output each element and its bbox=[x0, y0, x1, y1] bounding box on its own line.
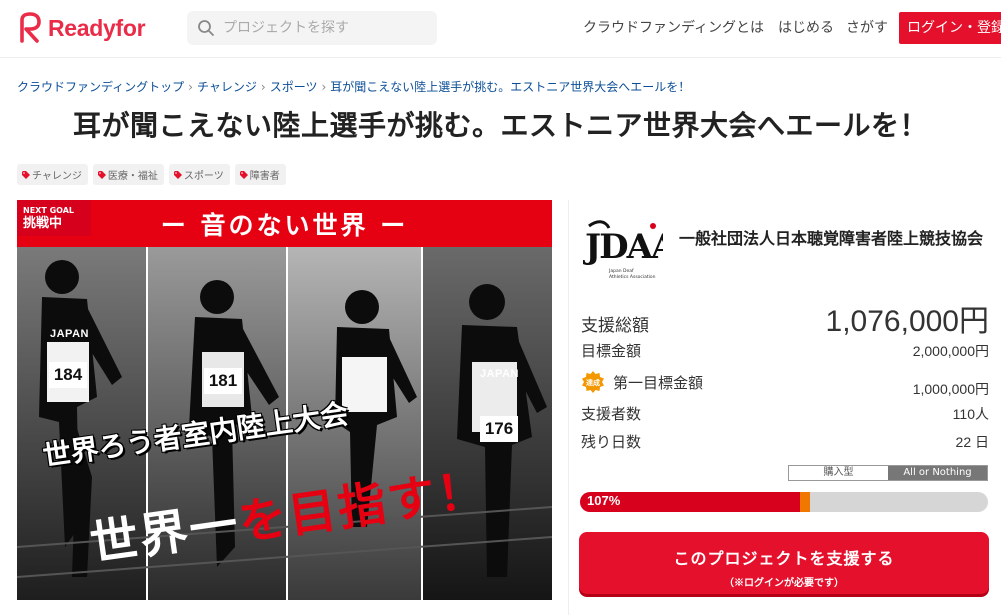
funding-type-all-or-nothing: All or Nothing bbox=[888, 466, 987, 480]
progress-percent: 107% bbox=[587, 493, 621, 508]
race-bib: 176 bbox=[480, 416, 518, 442]
tag-medical-welfare[interactable]: 医療・福祉 bbox=[92, 164, 164, 185]
tag-label: スポーツ bbox=[183, 171, 224, 182]
tag-icon bbox=[173, 170, 182, 179]
funding-type-indicator: 購入型 All or Nothing bbox=[788, 465, 988, 481]
tag-icon bbox=[97, 170, 106, 179]
supporters-label: 支援者数 bbox=[581, 405, 642, 423]
search-input[interactable] bbox=[223, 20, 423, 36]
jersey-text: JAPAN bbox=[480, 368, 519, 380]
total-raised-value: 1,076,000円 bbox=[825, 305, 989, 338]
nav-what-is-crowdfunding[interactable]: クラウドファンディングとは bbox=[583, 17, 764, 37]
tag-icon bbox=[239, 170, 248, 179]
logo-text: Readyfor bbox=[48, 14, 146, 41]
next-goal-badge: NEXT GOAL 挑戦中 bbox=[17, 200, 91, 236]
total-raised-label: 支援総額 bbox=[581, 316, 649, 336]
hero-band-text: ー 音のない世界 ー bbox=[160, 211, 409, 240]
achieved-badge-text: 達成 bbox=[586, 378, 600, 387]
breadcrumb-separator: › bbox=[260, 80, 266, 94]
support-button-note: （※ログインが必要です） bbox=[724, 578, 844, 589]
next-goal-status: 挑戦中 bbox=[23, 216, 63, 231]
svg-text:JDAA: JDAA bbox=[583, 227, 663, 267]
progress-over-first-goal bbox=[800, 492, 810, 512]
svg-text:Athletics Association: Athletics Association bbox=[609, 274, 656, 280]
breadcrumb-current[interactable]: 耳が聞こえない陸上選手が挑む。エストニア世界大会へエールを！ bbox=[330, 80, 690, 94]
tag-label: チャレンジ bbox=[32, 171, 82, 182]
search-box[interactable] bbox=[187, 11, 437, 45]
login-register-button[interactable]: ログイン・登録 bbox=[899, 12, 1001, 44]
site-header: Readyfor クラウドファンディングとは はじめる さがす ログイン・登録 bbox=[0, 0, 1001, 58]
readyfor-r-icon bbox=[20, 12, 41, 43]
days-left-row: 残り日数 22 日 bbox=[581, 431, 989, 452]
funding-type-purchase: 購入型 bbox=[789, 466, 888, 480]
breadcrumb: クラウドファンディングトップ › チャレンジ › スポーツ › 耳が聞こえない陸上選手が挑む… bbox=[17, 78, 690, 95]
jersey-text: JAPAN bbox=[50, 328, 89, 340]
breadcrumb-top[interactable]: クラウドファンディングトップ bbox=[17, 80, 184, 94]
tag-sports[interactable]: スポーツ bbox=[168, 164, 230, 185]
readyfor-logo[interactable]: Readyfor bbox=[16, 10, 146, 46]
tag-label: 医療・福祉 bbox=[107, 171, 158, 182]
days-left-label: 残り日数 bbox=[581, 433, 642, 451]
tag-label: 障害者 bbox=[249, 171, 280, 182]
nav-start[interactable]: はじめる bbox=[778, 17, 834, 37]
breadcrumb-separator: › bbox=[321, 80, 327, 94]
tag-list: チャレンジ 医療・福祉 スポーツ 障害者 bbox=[17, 164, 286, 185]
nav-find[interactable]: さがす bbox=[846, 17, 888, 37]
tag-challenge[interactable]: チャレンジ bbox=[17, 164, 88, 185]
first-goal-label-wrap: 達成 第一目標金額 bbox=[581, 370, 703, 394]
funding-progress-bar: 107% bbox=[580, 492, 988, 512]
breadcrumb-challenge[interactable]: チャレンジ bbox=[197, 80, 257, 94]
race-bib: 184 bbox=[49, 362, 87, 388]
page-title: 耳が聞こえない陸上選手が挑む。エストニア世界大会へエールを！ bbox=[72, 109, 928, 142]
svg-text:Japan Deaf: Japan Deaf bbox=[608, 268, 634, 274]
support-button-label: このプロジェクトを支援する bbox=[673, 551, 895, 568]
tag-disability[interactable]: 障害者 bbox=[234, 164, 286, 185]
hero-title-band: ー 音のない世界 ー bbox=[17, 200, 552, 247]
next-goal-label: NEXT GOAL bbox=[23, 206, 75, 215]
organization-name[interactable]: 一般社団法人日本聴覚障害者陸上競技協会 bbox=[679, 228, 989, 250]
first-goal-row: 達成 第一目標金額 1,000,000円 bbox=[581, 370, 989, 399]
goal-amount-row: 目標金額 2,000,000円 bbox=[581, 340, 989, 361]
days-left-value: 22 日 bbox=[955, 434, 989, 450]
first-goal-value: 1,000,000円 bbox=[912, 381, 989, 397]
supporters-row: 支援者数 110人 bbox=[581, 403, 989, 424]
organization-logo[interactable]: JDAA Japan Deaf Athletics Association bbox=[583, 218, 663, 280]
first-goal-label: 第一目標金額 bbox=[613, 373, 704, 392]
achieved-badge-icon: 達成 bbox=[582, 371, 604, 393]
supporters-value: 110人 bbox=[952, 406, 989, 422]
total-raised-row: 支援総額 1,076,000円 bbox=[581, 296, 989, 340]
support-project-button[interactable]: このプロジェクトを支援する （※ログインが必要です） bbox=[579, 532, 989, 594]
race-bib: 181 bbox=[204, 368, 242, 394]
goal-amount-label: 目標金額 bbox=[581, 342, 642, 360]
tag-icon bbox=[22, 170, 30, 179]
breadcrumb-sports[interactable]: スポーツ bbox=[270, 80, 318, 94]
breadcrumb-separator: › bbox=[188, 80, 193, 94]
goal-amount-value: 2,000,000円 bbox=[912, 343, 989, 359]
search-icon bbox=[198, 20, 214, 36]
